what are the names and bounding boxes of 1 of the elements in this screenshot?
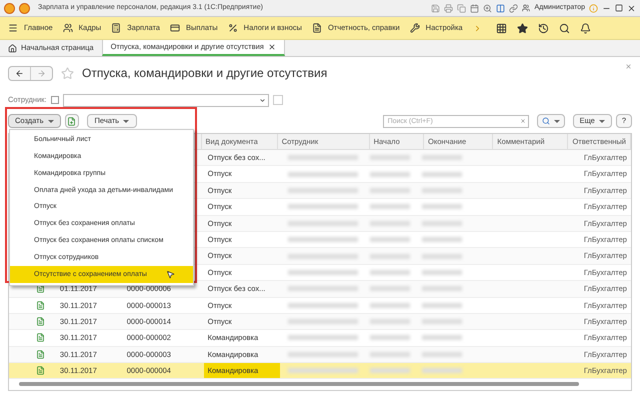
form-title: Отпуска, командировки и другие отсутствия — [82, 65, 328, 82]
